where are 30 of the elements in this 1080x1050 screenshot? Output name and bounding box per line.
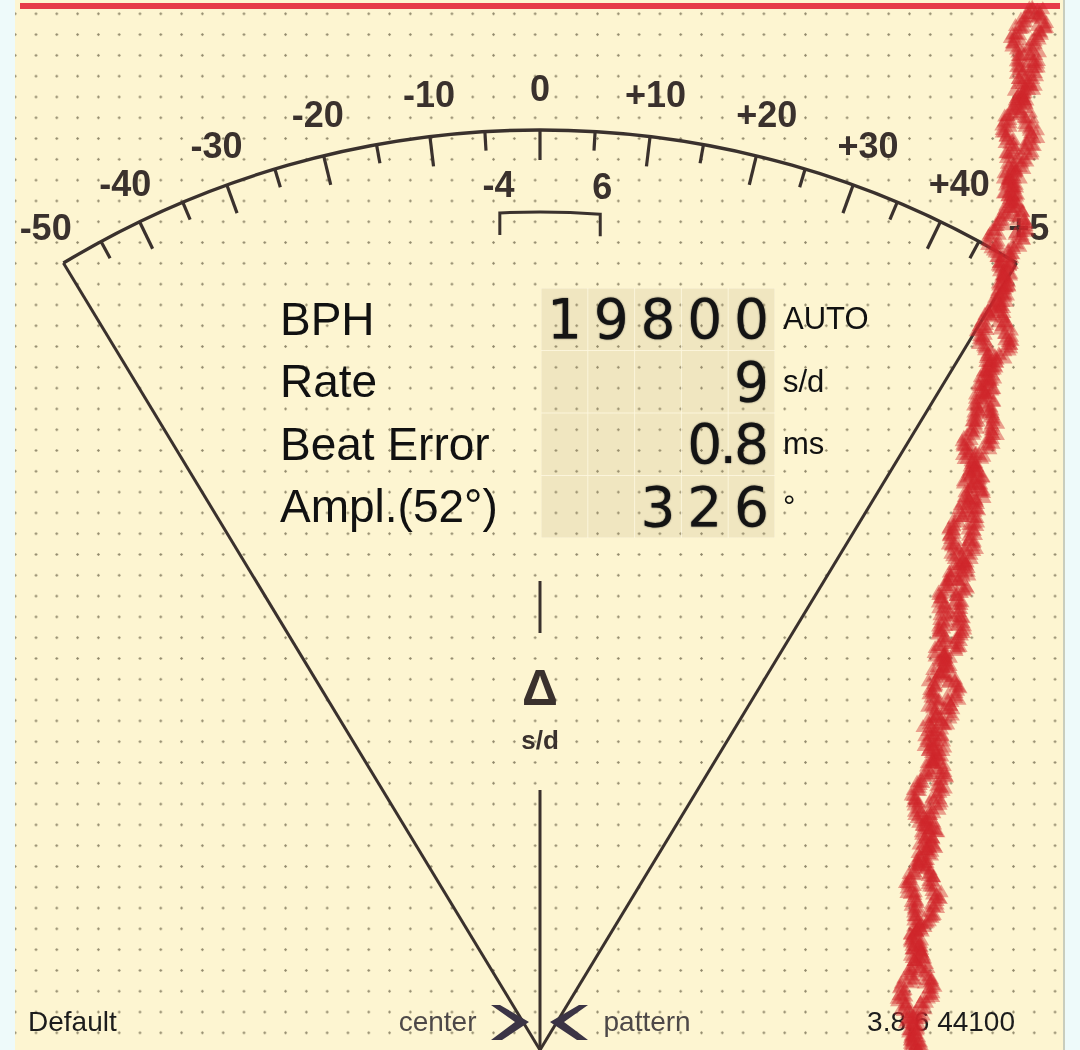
reading-unit: °	[783, 489, 796, 524]
tolerance-label: -4	[482, 164, 515, 206]
scale-label: -50	[19, 206, 72, 248]
scale-label: 0	[530, 67, 550, 109]
pattern-label: pattern	[603, 1005, 691, 1039]
reading-unit: AUTO	[783, 302, 869, 337]
scale-label: -20	[291, 94, 344, 136]
reading-label: BPH	[280, 293, 375, 345]
reading-label: Beat Error	[280, 418, 490, 470]
scale-label: -40	[99, 163, 152, 205]
scale-label: +40	[928, 163, 990, 205]
tolerance-label: 6	[592, 165, 613, 207]
scale-label: +10	[625, 74, 687, 116]
unit-label: s/d	[521, 725, 559, 755]
scale-label: +30	[837, 124, 899, 166]
scale-label: -10	[402, 74, 455, 116]
reading-value: 0.8	[686, 414, 771, 475]
reading-label: Rate	[280, 356, 378, 408]
reading-unit: s/d	[783, 364, 825, 399]
reading-label: Ampl.(52°)	[280, 481, 498, 533]
center-label: center	[398, 1005, 477, 1039]
reading-unit: ms	[783, 427, 825, 462]
scale-label: -30	[190, 124, 243, 166]
chevron-right-icon	[490, 1003, 529, 1041]
chevron-left-icon	[549, 1003, 588, 1041]
scale-label: +20	[736, 94, 798, 136]
delta-symbol: Δ	[522, 660, 558, 716]
center-line	[538, 581, 542, 633]
profile-name: Default	[28, 1005, 117, 1039]
reading-value: 9	[733, 351, 771, 412]
